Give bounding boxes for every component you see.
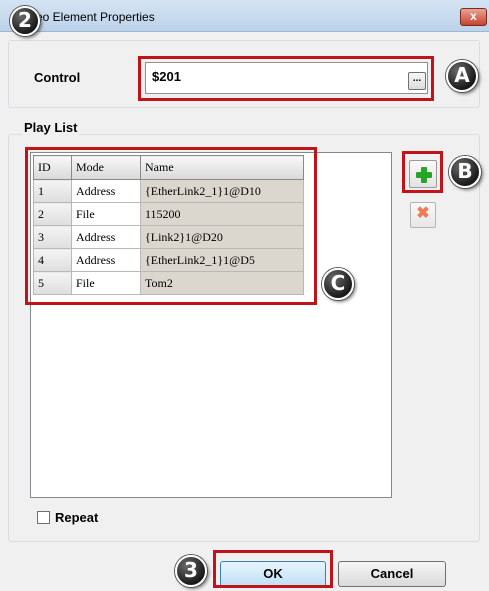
title-bar: eo Element Properties x — [0, 0, 489, 32]
close-button[interactable]: x — [460, 8, 487, 26]
window-title: eo Element Properties — [36, 10, 155, 24]
control-label: Control — [34, 70, 81, 85]
cancel-button[interactable]: Cancel — [338, 561, 446, 587]
repeat-label[interactable]: Repeat — [55, 510, 98, 525]
orange-x-icon: ✖ — [416, 205, 430, 222]
step-3-badge: 3 — [175, 555, 207, 587]
highlight-ok-button — [213, 550, 333, 588]
callout-a-badge: A — [446, 60, 478, 92]
highlight-control-field — [138, 56, 434, 101]
highlight-add-button — [402, 151, 443, 193]
playlist-group-label: Play List — [22, 120, 80, 135]
callout-b-badge: B — [449, 156, 481, 188]
step-2-badge: 2 — [10, 6, 40, 36]
repeat-checkbox[interactable] — [37, 511, 50, 524]
highlight-playlist-grid — [25, 147, 317, 305]
delete-item-button[interactable]: ✖ — [410, 202, 436, 228]
callout-c-badge: C — [322, 268, 354, 300]
